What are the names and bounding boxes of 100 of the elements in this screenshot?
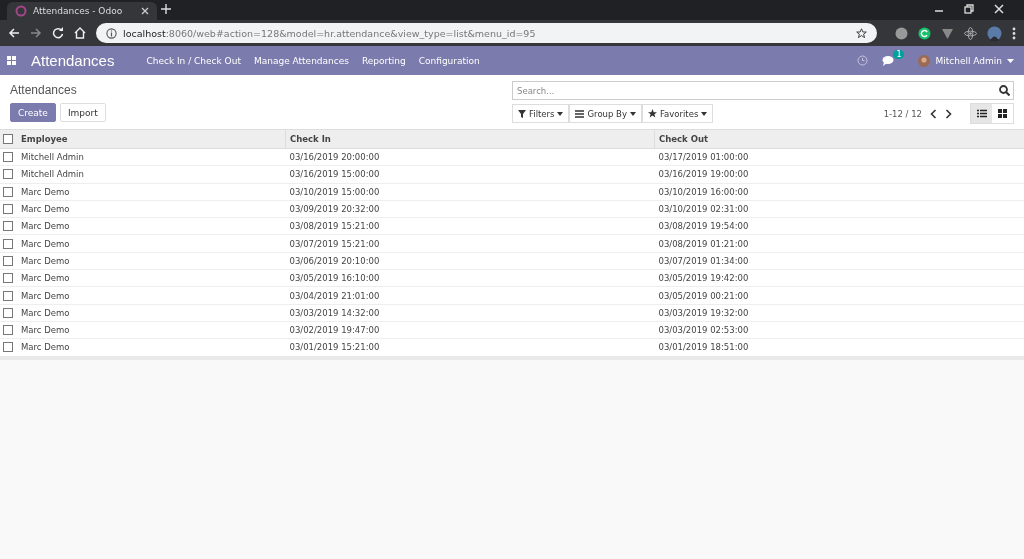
row-checkbox[interactable]	[3, 290, 13, 301]
menu-item[interactable]: Configuration	[418, 55, 480, 66]
table-cell: 03/05/2019 16:10:00	[285, 269, 655, 287]
table-cell: 03/08/2019 19:54:00	[654, 217, 1024, 235]
avatar-icon	[918, 54, 931, 67]
row-checkbox[interactable]	[3, 255, 13, 266]
row-checkbox[interactable]	[3, 238, 13, 249]
close-icon[interactable]	[141, 7, 149, 15]
row-checkbox[interactable]	[3, 342, 13, 353]
table-cell: Marc Demo	[17, 304, 286, 322]
star-icon	[647, 109, 657, 118]
caret-icon	[557, 111, 564, 116]
row-checkbox[interactable]	[3, 325, 13, 336]
table-cell: Marc Demo	[17, 252, 286, 270]
table-cell: 03/02/2019 19:47:00	[285, 321, 655, 339]
table-cell: 03/04/2019 21:01:00	[285, 286, 655, 305]
table-cell: 03/07/2019 01:34:00	[654, 252, 1024, 270]
import-button[interactable]: Import	[59, 103, 106, 122]
avatar-icon[interactable]	[987, 25, 1002, 41]
table-cell: 03/08/2019 01:21:00	[654, 235, 1024, 253]
group-by-button[interactable]: Group By	[569, 104, 642, 123]
breadcrumb: Attendances	[10, 83, 78, 97]
row-checkbox[interactable]	[3, 152, 13, 163]
table-cell: 03/10/2019 02:31:00	[654, 200, 1024, 218]
table-cell: 03/16/2019 19:00:00	[654, 165, 1024, 184]
row-checkbox[interactable]	[3, 307, 13, 318]
previous-icon[interactable]	[930, 108, 937, 119]
table-cell: 03/03/2019 02:53:00	[654, 321, 1024, 339]
home-icon[interactable]	[74, 27, 86, 39]
next-icon[interactable]	[945, 108, 952, 119]
table-cell: 03/16/2019 15:00:00	[285, 165, 655, 184]
back-icon[interactable]	[8, 27, 20, 39]
row-checkbox[interactable]	[3, 186, 13, 197]
select-all-checkbox[interactable]	[3, 134, 13, 144]
column-header[interactable]: Check In	[285, 130, 655, 149]
message-count: 1	[893, 50, 905, 59]
browser-tab[interactable]: Attendances - Odoo	[7, 2, 157, 20]
table-cell: 03/16/2019 20:00:00	[285, 148, 655, 166]
circle-icon	[15, 5, 27, 17]
info-icon	[106, 27, 117, 39]
menu-icon[interactable]	[1012, 26, 1016, 40]
column-header[interactable]: Employee	[17, 130, 286, 149]
table-cell: 03/05/2019 19:42:00	[654, 269, 1024, 287]
table-cell: 03/09/2019 20:32:00	[285, 200, 655, 218]
app-title: Attendances	[31, 52, 115, 69]
apps-icon[interactable]	[7, 56, 16, 65]
table-cell: 03/06/2019 20:10:00	[285, 252, 655, 270]
close-icon[interactable]	[994, 4, 1004, 14]
grid-icon	[998, 109, 1007, 118]
table-cell: Marc Demo	[17, 286, 286, 305]
table-cell: Mitchell Admin	[17, 148, 286, 166]
atom-icon[interactable]	[964, 26, 977, 40]
row-checkbox[interactable]	[3, 221, 13, 232]
list-icon	[976, 109, 987, 118]
table-cell: Marc Demo	[17, 338, 286, 358]
table-cell: 03/03/2019 14:32:00	[285, 304, 655, 322]
caret-icon	[701, 111, 708, 116]
url-text: localhost:8060/web#action=128&model=hr.attendance&view_type=list&menu_id=95	[123, 27, 536, 39]
menu-item[interactable]: Check In / Check Out	[146, 55, 241, 66]
column-header[interactable]: Check Out	[654, 130, 1024, 149]
row-checkbox[interactable]	[3, 204, 13, 215]
filter-icon	[518, 109, 526, 118]
create-button[interactable]: Create	[10, 103, 56, 122]
pager-value: 1-12 / 12	[883, 108, 922, 119]
address-field[interactable]: localhost:8060/web#action=128&model=hr.attendance&view_type=list&menu_id=95	[96, 23, 877, 43]
table-cell: Marc Demo	[17, 235, 286, 253]
new-tab-icon[interactable]	[161, 4, 171, 14]
favorites-button[interactable]: Favorites	[641, 104, 714, 123]
table-cell: 03/05/2019 00:21:00	[654, 286, 1024, 305]
table-cell: 03/01/2019 18:51:00	[654, 338, 1024, 358]
table-cell: 03/01/2019 15:21:00	[285, 338, 655, 358]
search-field[interactable]: Search...	[512, 81, 1014, 100]
user-menu[interactable]: Mitchell Admin	[935, 55, 1002, 66]
table-cell: 03/08/2019 15:21:00	[285, 217, 655, 235]
list-view-button[interactable]	[971, 104, 992, 123]
search-icon[interactable]	[999, 85, 1010, 96]
table-cell: Mitchell Admin	[17, 165, 286, 184]
table-cell: Marc Demo	[17, 183, 286, 201]
table-cell: 03/17/2019 01:00:00	[654, 148, 1024, 166]
forward-icon[interactable]	[30, 27, 42, 39]
table-cell: Marc Demo	[17, 269, 286, 287]
table-cell: 03/03/2019 19:32:00	[654, 304, 1024, 322]
caret-icon	[1007, 58, 1014, 63]
table-cell: 03/07/2019 15:21:00	[285, 235, 655, 253]
caret-icon	[629, 111, 636, 116]
restore-icon[interactable]	[964, 4, 974, 14]
table-cell: Marc Demo	[17, 217, 286, 235]
lines-icon	[575, 109, 585, 118]
tab-title: Attendances - Odoo	[33, 6, 124, 16]
table-cell: Marc Demo	[17, 200, 286, 218]
menu-item[interactable]: Reporting	[361, 55, 406, 66]
row-checkbox[interactable]	[3, 169, 13, 180]
table-cell: Marc Demo	[17, 321, 286, 339]
star-icon[interactable]	[856, 27, 867, 39]
table-cell: 03/10/2019 15:00:00	[285, 183, 655, 201]
table-cell: 03/10/2019 16:00:00	[654, 183, 1024, 201]
menu-item[interactable]: Manage Attendances	[253, 55, 349, 66]
row-checkbox[interactable]	[3, 273, 13, 284]
filters-button[interactable]: Filters	[512, 104, 570, 123]
reload-icon[interactable]	[52, 27, 64, 39]
